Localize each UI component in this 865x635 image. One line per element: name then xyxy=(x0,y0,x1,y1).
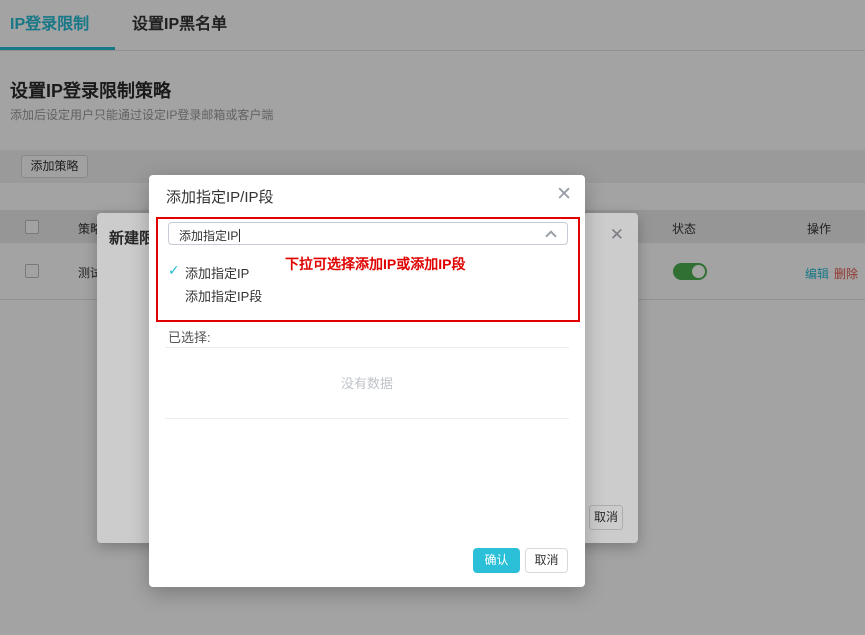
check-icon: ✓ xyxy=(168,262,180,278)
text-cursor xyxy=(239,229,241,242)
selected-label: 已选择: xyxy=(168,330,211,345)
screen: IP登录限制 设置IP黑名单 设置IP登录限制策略 添加后设定用户只能通过设定I… xyxy=(0,0,865,635)
option-add-ip[interactable]: 添加指定IP xyxy=(185,263,249,282)
empty-state-text: 没有数据 xyxy=(340,376,393,391)
ip-type-select[interactable]: 添加指定IP xyxy=(168,222,568,245)
option-add-ip-range[interactable]: 添加指定IP段 xyxy=(185,286,262,305)
ip-type-select-value: 添加指定IP xyxy=(179,229,241,243)
chevron-up-icon xyxy=(545,230,557,242)
red-annotation-text: 下拉可选择添加IP或添加IP段 xyxy=(285,256,466,272)
add-ip-modal: 添加指定IP/IP段 ✕ 添加指定IP ✓ 添加指定IP 添加指定IP段 下拉可… xyxy=(149,175,585,587)
close-icon[interactable]: ✕ xyxy=(556,183,572,206)
add-ip-modal-title: 添加指定IP/IP段 xyxy=(166,189,274,206)
divider xyxy=(165,347,569,348)
confirm-button[interactable]: 确认 xyxy=(473,548,520,573)
divider xyxy=(165,418,569,419)
front-modal-cancel-button[interactable]: 取消 xyxy=(525,548,568,573)
